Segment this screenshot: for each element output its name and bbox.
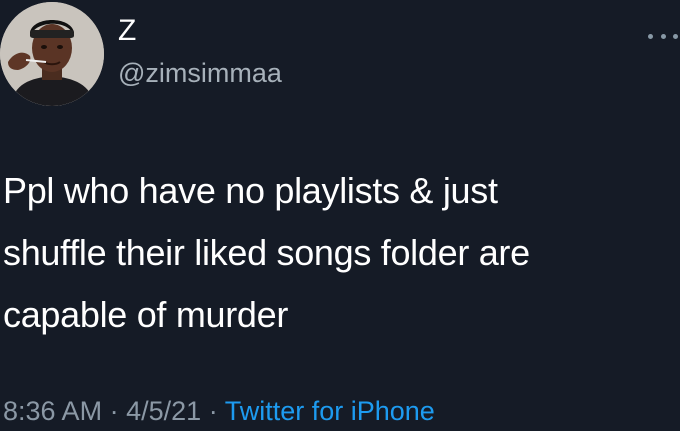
more-horizontal-icon-dot [673, 33, 678, 39]
more-horizontal-icon [648, 33, 653, 39]
more-options-button[interactable] [648, 28, 678, 44]
tweet-meta: 8:36 AM · 4/5/21 · Twitter for iPhone [3, 398, 435, 425]
tweet-source-link[interactable]: Twitter for iPhone [225, 396, 435, 426]
tweet-header: Z @zimsimmaa [0, 0, 680, 110]
tweet-text-line: capable of murder [3, 294, 289, 335]
more-horizontal-icon-dot [660, 33, 666, 39]
display-name[interactable]: Z [118, 16, 136, 46]
tweet-text: Ppl who have no playlists & just shuffle… [3, 160, 673, 346]
tweet-date[interactable]: 4/5/21 [126, 396, 201, 426]
user-handle[interactable]: @zimsimmaa [118, 60, 282, 87]
meta-separator: · [208, 396, 218, 426]
tweet-text-line: Ppl who have no playlists & just [3, 170, 498, 211]
tweet-time[interactable]: 8:36 AM [3, 396, 102, 426]
meta-separator: · [109, 396, 119, 426]
avatar[interactable] [0, 2, 104, 106]
tweet-text-line: shuffle their liked songs folder are [3, 232, 530, 273]
